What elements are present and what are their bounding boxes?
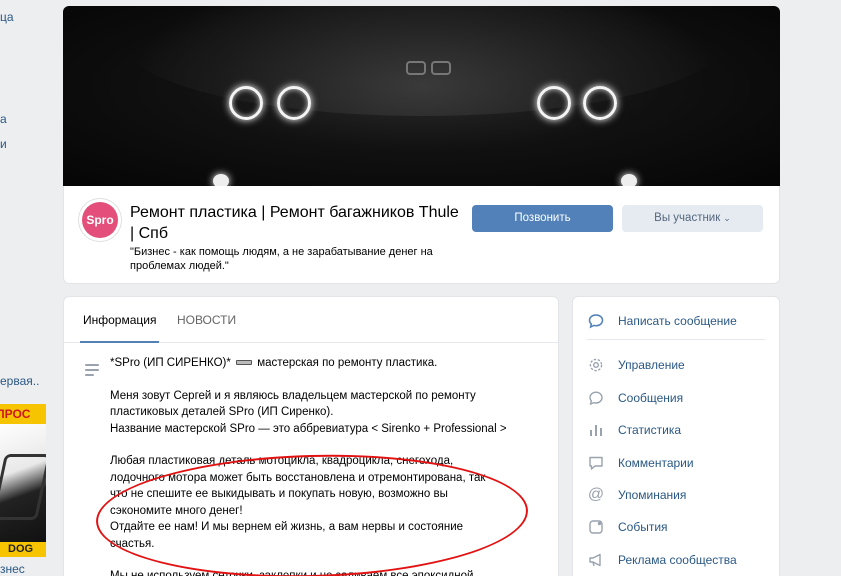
- description-line: Название мастерской SPro — это аббревиат…: [110, 422, 507, 435]
- headlight-ring: [537, 86, 571, 120]
- group-status: "Бизнес - как помощь людям, а не зарабат…: [130, 246, 433, 272]
- left-sidebar-link-fragment[interactable]: знес: [0, 562, 25, 576]
- left-sidebar-link-fragment[interactable]: и: [0, 137, 7, 151]
- side-menu-item-events[interactable]: События: [587, 517, 668, 537]
- description-line: Меня зовут Сергей и я являюсь владельцем…: [110, 389, 476, 402]
- description-line: *SPro (ИП СИРЕНКО)* мастерская по ремонт…: [110, 357, 438, 369]
- left-sidebar: ца a и ервая.. ПРОС DOG знес: [0, 0, 50, 576]
- grille-right: [431, 61, 451, 75]
- ad-image: [0, 424, 46, 542]
- left-sidebar-link-fragment[interactable]: ервая..: [0, 374, 39, 388]
- call-button[interactable]: Позвонить: [472, 205, 613, 232]
- tabs-bar: Информация НОВОСТИ: [64, 297, 558, 343]
- headlight-ring: [583, 86, 617, 120]
- description-line: пластиковых деталей SPro (ИП Сиренко).: [110, 406, 334, 418]
- chevron-down-icon: ⌄: [723, 213, 731, 223]
- side-menu-divider: [587, 339, 765, 340]
- gear-icon: [587, 356, 605, 374]
- side-menu-item-statistics[interactable]: Статистика: [587, 420, 681, 440]
- headlight-ring: [277, 86, 311, 120]
- description-lines-icon: [85, 364, 99, 379]
- side-menu-item-write-message[interactable]: Написать сообщение: [587, 311, 737, 331]
- group-avatar[interactable]: Spro: [78, 198, 122, 242]
- cover-image: [63, 6, 780, 186]
- headlight-ring: [229, 86, 263, 120]
- comment-icon: [587, 454, 605, 472]
- event-icon: [587, 518, 605, 536]
- group-header: Spro Ремонт пластика | Ремонт багажников…: [63, 186, 780, 284]
- bar-chart-icon: [587, 421, 605, 439]
- description-line: счастья.: [110, 537, 155, 550]
- description-line: Отдайте ее нам! И мы вернем ей жизнь, а …: [110, 521, 464, 533]
- membership-dropdown-button[interactable]: Вы участник ⌄: [622, 205, 763, 232]
- tab-info[interactable]: Информация: [80, 297, 160, 343]
- left-sidebar-link-fragment[interactable]: ца: [0, 10, 14, 24]
- message-bubble-icon: [587, 312, 605, 330]
- description-line: лодочного мотора может быть восстановлен…: [110, 471, 486, 484]
- group-title: Ремонт пластика | Ремонт багажников Thul…: [130, 204, 459, 242]
- ad-bottom-text: DOG: [0, 542, 46, 557]
- side-menu-item-mentions[interactable]: @ Упоминания: [587, 485, 686, 505]
- chat-icon: [587, 389, 605, 407]
- ad-top-text: ПРОС: [0, 404, 46, 424]
- admin-side-menu: Написать сообщение Управление Сообщения …: [572, 296, 780, 576]
- info-card: Информация НОВОСТИ *SPro (ИП СИРЕНКО)* м…: [63, 296, 559, 576]
- tab-news[interactable]: НОВОСТИ: [174, 297, 239, 343]
- fog-light: [621, 174, 637, 186]
- at-sign-icon: @: [587, 486, 605, 503]
- description-line: сэкономите много денег!: [110, 504, 243, 517]
- ad-card[interactable]: ПРОС DOG: [0, 404, 46, 557]
- description-text: *SPro (ИП СИРЕНКО)* мастерская по ремонт…: [110, 355, 530, 576]
- side-menu-item-comments[interactable]: Комментарии: [587, 453, 694, 473]
- left-sidebar-link-fragment[interactable]: a: [0, 112, 7, 126]
- side-menu-item-ads[interactable]: Реклама сообщества: [587, 550, 737, 570]
- membership-label: Вы участник: [654, 212, 721, 224]
- description-line: что не спешите ее выкидывать и покупать …: [110, 488, 448, 500]
- emoji-bar-icon: [236, 360, 253, 366]
- fog-light: [213, 174, 229, 186]
- side-menu-item-manage[interactable]: Управление: [587, 355, 685, 375]
- description-line: Мы не используем сеточки, заклепки и не …: [110, 570, 474, 576]
- grille-left: [406, 61, 426, 75]
- description-line: Любая пластиковая деталь мотоцикла, квад…: [110, 455, 454, 467]
- megaphone-icon: [587, 551, 605, 569]
- avatar-logo-text: Spro: [82, 202, 118, 238]
- side-menu-item-messages[interactable]: Сообщения: [587, 388, 683, 408]
